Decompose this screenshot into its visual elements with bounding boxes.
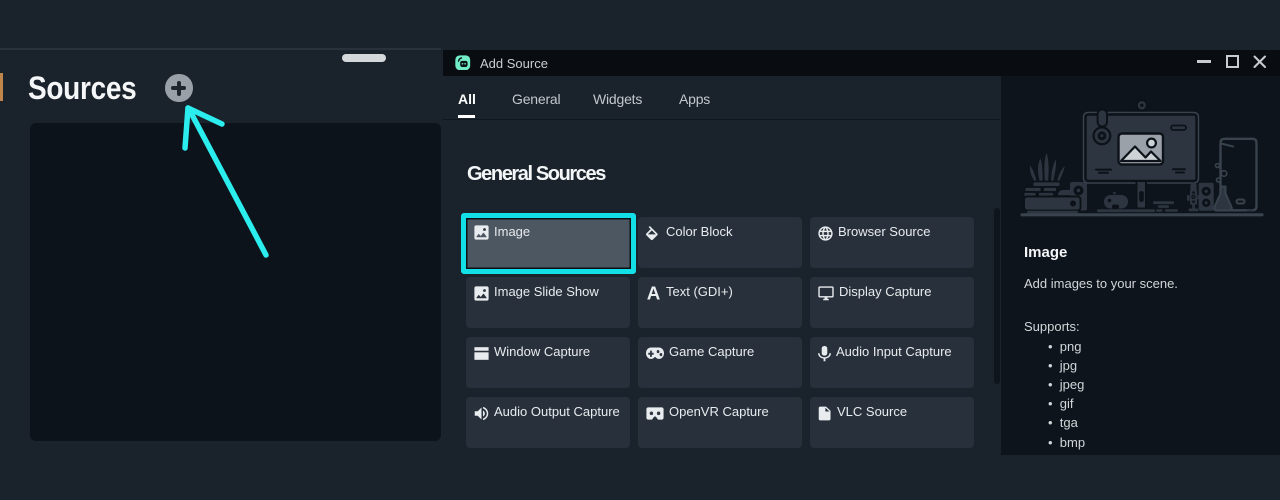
svg-text:A: A [647, 286, 661, 301]
